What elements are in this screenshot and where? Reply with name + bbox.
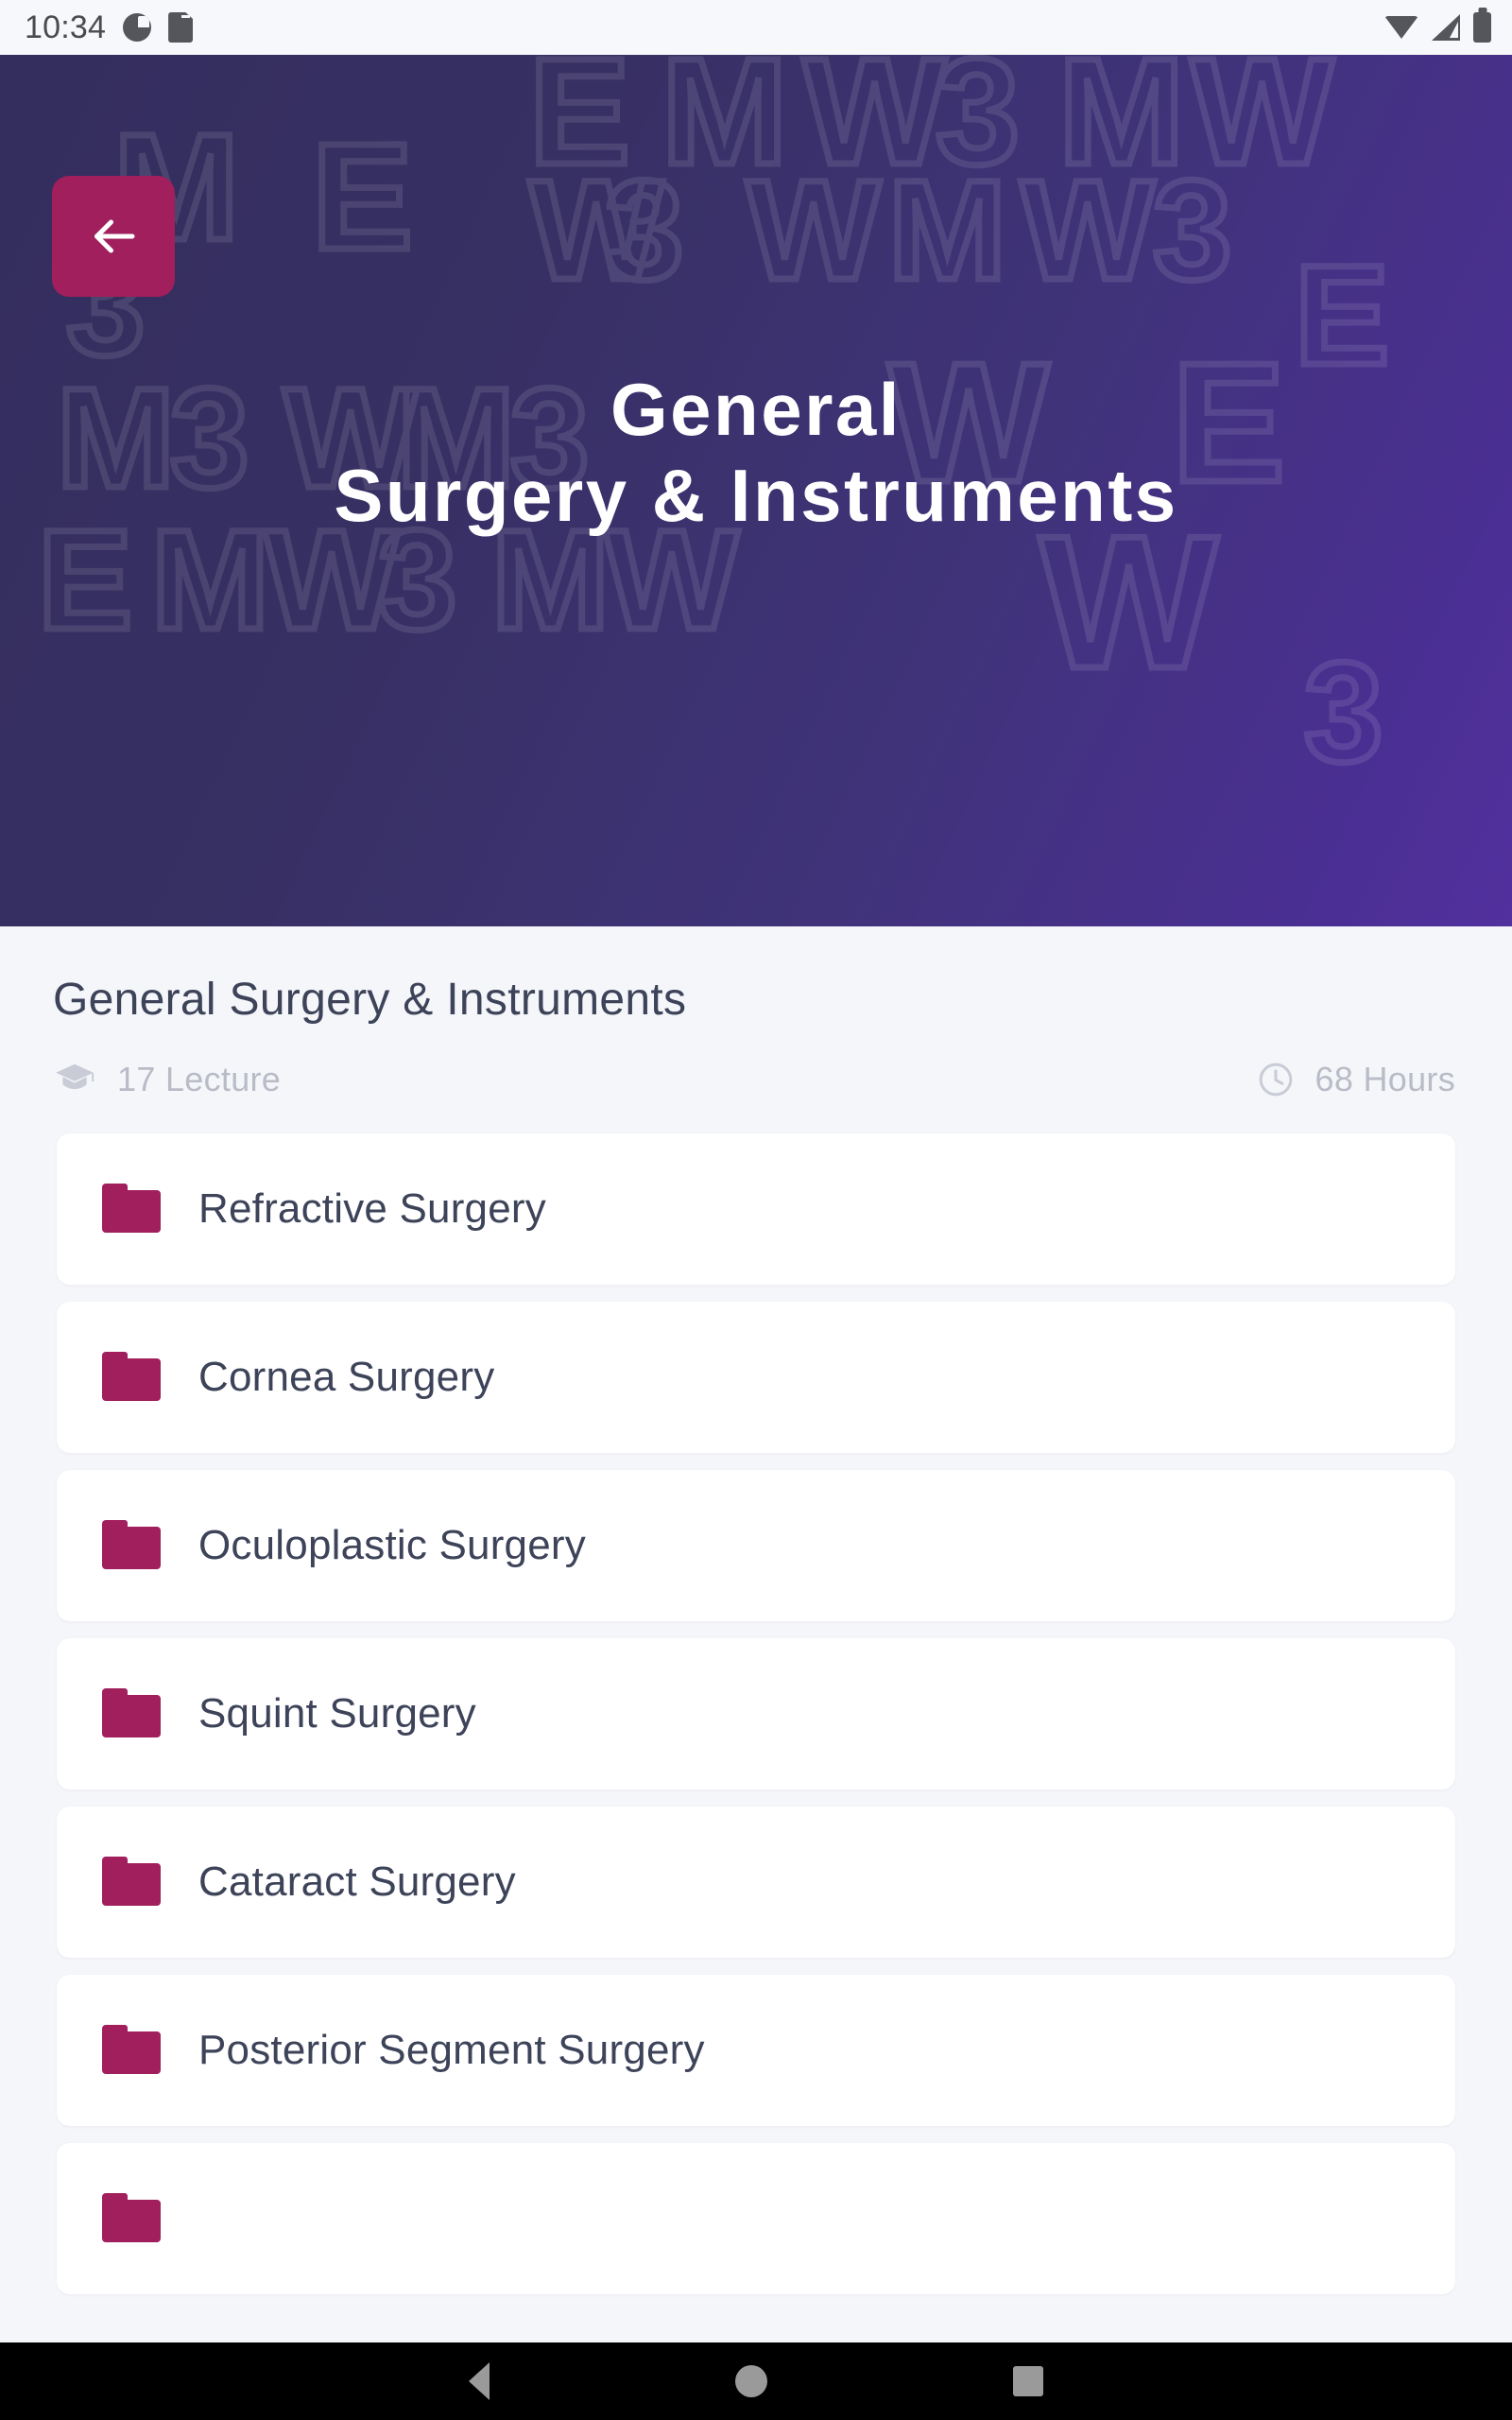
topic-card-label: Refractive Surgery <box>198 1185 546 1232</box>
topic-card[interactable]: Cornea Surgery <box>57 1302 1455 1453</box>
back-arrow-icon <box>94 219 135 253</box>
course-meta-row: 17 Lecture 68 Hours <box>53 1060 1455 1099</box>
folder-icon <box>102 2191 161 2247</box>
topic-card-label: Squint Surgery <box>198 1690 476 1737</box>
hero-pattern-glyph: 3 <box>1149 150 1234 309</box>
status-bar: 10:34 <box>0 0 1512 55</box>
hero-pattern-glyph: W <box>1018 150 1159 309</box>
content-area: General Surgery & Instruments 17 Lecture… <box>0 926 1512 2344</box>
status-bar-clock: 10:34 <box>25 9 107 45</box>
contrast-icon <box>123 13 152 42</box>
folder-icon <box>102 1518 161 1574</box>
hero-pattern-glyph: W <box>1187 55 1336 196</box>
topic-card[interactable]: Oculoplastic Surgery <box>57 1470 1455 1621</box>
hero-pattern-glyph: 3 <box>933 55 1023 196</box>
folder-icon <box>102 2023 161 2079</box>
battery-icon <box>1473 12 1491 43</box>
folder-icon <box>102 1855 161 1910</box>
nav-recents-icon[interactable] <box>1013 2366 1043 2396</box>
back-button[interactable] <box>52 176 175 297</box>
topic-card[interactable]: Cataract Surgery <box>57 1806 1455 1958</box>
folder-icon <box>102 1350 161 1406</box>
hero-pattern-glyph: W <box>799 55 949 196</box>
hero-pattern-glyph: M <box>658 55 790 196</box>
hero-pattern-glyph: W <box>526 150 667 309</box>
hero-pattern-glyph: 3 <box>1300 632 1385 791</box>
hero-pattern-glyph: W <box>744 150 885 309</box>
wifi-icon <box>1384 14 1418 41</box>
lecture-count-label: 17 Lecture <box>117 1060 282 1098</box>
topic-card[interactable]: Refractive Surgery <box>57 1133 1455 1285</box>
hero-title: General Surgery & Instruments <box>334 368 1178 538</box>
topic-card[interactable]: Squint Surgery <box>57 1638 1455 1789</box>
hero-header: EMW3MWME3W3WMW3EM3WM3WEEMW3MWW3 General … <box>0 55 1512 926</box>
hero-pattern-glyph: 3 <box>601 150 686 309</box>
duration-label: 68 Hours <box>1314 1060 1455 1098</box>
system-nav-bar <box>0 2342 1512 2420</box>
nav-home-icon[interactable] <box>735 2365 767 2397</box>
topic-list: Refractive Surgery Cornea Surgery Oculopla… <box>57 1133 1455 2294</box>
sd-card-icon <box>168 12 194 43</box>
duration-meta: 68 Hours <box>1257 1060 1455 1099</box>
lecture-count-meta: 17 Lecture <box>53 1060 281 1099</box>
hero-pattern-glyph: E <box>526 55 634 196</box>
topic-card-label: Posterior Segment Surgery <box>198 2027 705 2073</box>
topic-card[interactable] <box>57 2143 1455 2294</box>
folder-icon <box>102 1182 161 1237</box>
page-title: General Surgery & Instruments <box>53 975 687 1025</box>
hero-pattern-glyph: M <box>1055 55 1187 196</box>
folder-icon <box>102 1686 161 1742</box>
topic-card-label: Oculoplastic Surgery <box>198 1522 586 1568</box>
nav-back-icon[interactable] <box>469 2362 490 2400</box>
status-bar-right <box>1384 12 1491 43</box>
cellular-signal-icon <box>1432 14 1460 41</box>
hero-pattern-glyph: E <box>1291 235 1392 394</box>
hero-pattern-glyph: E <box>309 112 417 281</box>
topic-card-label: Cornea Surgery <box>198 1354 495 1400</box>
topic-card-label: Cataract Surgery <box>198 1858 516 1905</box>
graduation-cap-icon <box>56 1063 94 1090</box>
hero-pattern-glyph: M <box>885 150 1010 309</box>
topic-card[interactable]: Posterior Segment Surgery <box>57 1975 1455 2126</box>
app-root: 10:34 EMW3MWME3W3WMW3EM3WM3WEEMW3MWW3 Ge… <box>0 0 1512 2420</box>
clock-icon <box>1259 1063 1292 1097</box>
status-bar-left: 10:34 <box>25 9 194 45</box>
